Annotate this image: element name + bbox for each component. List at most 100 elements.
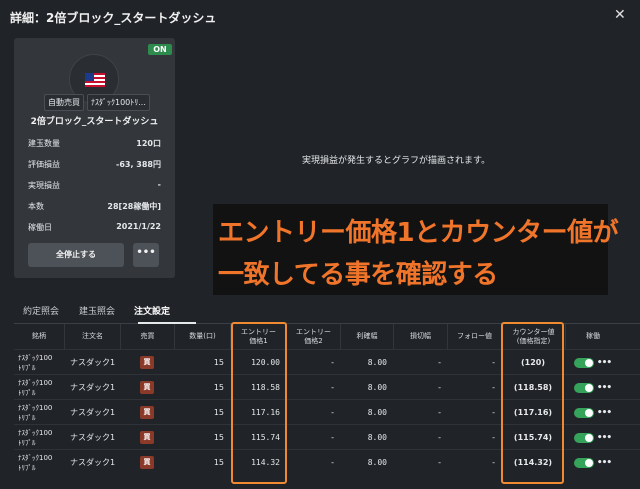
- us-flag-icon: [85, 73, 105, 87]
- cell-loss: -: [438, 408, 441, 417]
- stat-label: 実現損益: [28, 181, 60, 190]
- status-badge: ON: [148, 44, 172, 55]
- cell-side: 買: [120, 350, 174, 375]
- tab-executions[interactable]: 約定照会: [23, 304, 59, 317]
- col-symbol: 銘柄: [32, 332, 46, 340]
- buy-badge: 買: [140, 356, 154, 369]
- row-more-icon[interactable]: •••: [597, 408, 612, 418]
- tag-auto-trade: 自動売買: [44, 94, 84, 111]
- cell-active: •••: [565, 450, 620, 475]
- highlight-entry-price-column: [231, 322, 287, 484]
- cell-symbol-line1: ﾅｽﾀﾞｯｸ100: [18, 428, 53, 437]
- graph-placeholder-message: 実現損益が発生するとグラフが描画されます。: [302, 156, 491, 166]
- cell-symbol: ﾅｽﾀﾞｯｸ100 ﾄﾘﾌﾟﾙ: [14, 400, 64, 425]
- cell-follow: -: [492, 458, 495, 467]
- buy-badge: 買: [140, 431, 154, 444]
- active-toggle[interactable]: [573, 357, 594, 368]
- cell-order-name: ナスダック1: [70, 358, 116, 367]
- cell-qty: 15: [213, 408, 224, 417]
- stat-label: 建玉数量: [28, 139, 60, 148]
- cell-qty: 15: [213, 458, 224, 467]
- cell-follow: -: [492, 383, 495, 392]
- stats-list: 建玉数量 120口 評価損益 -63, 388円 実現損益 - 本数 28[28稼働中]…: [28, 138, 161, 243]
- cell-qty: 15: [213, 383, 224, 392]
- col-order-name: 注文名: [64, 324, 120, 349]
- cell-side: 買: [120, 400, 174, 425]
- cell-active: •••: [565, 375, 620, 400]
- stat-value: 28[28稼働中]: [107, 202, 161, 211]
- tab-bar: 約定照会 建玉照会 注文設定: [14, 298, 640, 324]
- annotation-line-2: 一致してる事を確認する: [218, 260, 498, 290]
- cell-follow: -: [492, 358, 495, 367]
- stat-label: 評価損益: [28, 160, 60, 169]
- cell-symbol-line1: ﾅｽﾀﾞｯｸ100: [18, 453, 53, 462]
- col-entry2: エントリー 価格2: [286, 324, 340, 349]
- stat-row: 建玉数量 120口: [28, 138, 161, 159]
- cell-entry2: -: [331, 458, 334, 467]
- stat-label: 稼働日: [28, 223, 52, 232]
- cell-profit: 8.00: [367, 433, 387, 442]
- active-toggle[interactable]: [573, 457, 594, 468]
- cell-entry2: -: [331, 383, 334, 392]
- col-follow: フォロー値: [447, 324, 501, 349]
- cell-order-name: ナスダック1: [70, 458, 116, 467]
- buy-badge: 買: [140, 381, 154, 394]
- cell-loss: -: [438, 433, 441, 442]
- tag-instrument: ﾅｽﾀﾞｯｸ100ﾄﾘ...: [87, 94, 150, 111]
- cell-qty: 15: [213, 433, 224, 442]
- row-more-icon[interactable]: •••: [597, 358, 612, 368]
- tag-list: 自動売買 ﾅｽﾀﾞｯｸ100ﾄﾘ...: [44, 94, 150, 111]
- cell-loss: -: [438, 458, 441, 467]
- cell-active: •••: [565, 400, 620, 425]
- col-loss: 損切幅: [393, 324, 447, 349]
- row-more-icon[interactable]: •••: [597, 433, 612, 443]
- cell-profit: 8.00: [367, 383, 387, 392]
- active-toggle[interactable]: [573, 407, 594, 418]
- stat-value: 120口: [136, 139, 161, 148]
- highlight-counter-column: [501, 322, 564, 484]
- cell-profit: 8.00: [367, 458, 387, 467]
- stat-label: 本数: [28, 202, 44, 211]
- active-toggle[interactable]: [573, 432, 594, 443]
- title-bar: 詳細：2倍ブロック_スタートダッシュ ✕: [0, 0, 640, 34]
- cell-entry2: -: [331, 358, 334, 367]
- cell-follow: -: [492, 433, 495, 442]
- tab-positions[interactable]: 建玉照会: [79, 304, 115, 317]
- cell-side: 買: [120, 375, 174, 400]
- tab-order-settings[interactable]: 注文設定: [134, 304, 170, 317]
- col-qty: 数量(口): [174, 324, 230, 349]
- stop-all-button[interactable]: 全停止する: [28, 243, 124, 267]
- cell-entry2: -: [331, 433, 334, 442]
- stat-value: -63, 388円: [116, 160, 161, 169]
- cell-active: •••: [565, 350, 620, 375]
- cell-profit: 8.00: [367, 358, 387, 367]
- cell-symbol-line1: ﾅｽﾀﾞｯｸ100: [18, 403, 53, 412]
- cell-order-name: ナスダック1: [70, 408, 116, 417]
- active-toggle[interactable]: [573, 382, 594, 393]
- cell-symbol-line1: ﾅｽﾀﾞｯｸ100: [18, 353, 53, 362]
- cell-follow: -: [492, 408, 495, 417]
- cell-symbol-line2: ﾄﾘﾌﾟﾙ: [18, 463, 36, 472]
- row-more-icon[interactable]: •••: [597, 383, 612, 393]
- cell-active: •••: [565, 425, 620, 450]
- cell-loss: -: [438, 383, 441, 392]
- row-more-icon[interactable]: •••: [597, 458, 612, 468]
- stat-value: 2021/1/22: [116, 222, 161, 231]
- cell-symbol: ﾅｽﾀﾞｯｸ100 ﾄﾘﾌﾟﾙ: [14, 450, 64, 475]
- cell-symbol-line2: ﾄﾘﾌﾟﾙ: [18, 413, 36, 422]
- cell-symbol-line2: ﾄﾘﾌﾟﾙ: [18, 388, 36, 397]
- col-entry2-line1: エントリー: [296, 327, 331, 336]
- close-icon[interactable]: ✕: [614, 7, 626, 23]
- more-options-button[interactable]: •••: [133, 243, 159, 267]
- cell-entry2: -: [331, 408, 334, 417]
- cell-symbol-line2: ﾄﾘﾌﾟﾙ: [18, 438, 36, 447]
- cell-symbol: ﾅｽﾀﾞｯｸ100 ﾄﾘﾌﾟﾙ: [14, 425, 64, 450]
- col-profit: 利確幅: [340, 324, 393, 349]
- cell-profit: 8.00: [367, 408, 387, 417]
- stat-row: 本数 28[28稼働中]: [28, 201, 161, 222]
- stat-row: 実現損益 -: [28, 180, 161, 201]
- cell-symbol: ﾅｽﾀﾞｯｸ100 ﾄﾘﾌﾟﾙ: [14, 375, 64, 400]
- cell-symbol: ﾅｽﾀﾞｯｸ100 ﾄﾘﾌﾟﾙ: [14, 350, 64, 375]
- strategy-card: ON 自動売買 ﾅｽﾀﾞｯｸ100ﾄﾘ... 2倍ブロック_スタートダッシュ 建…: [14, 38, 175, 278]
- cell-side: 買: [120, 450, 174, 475]
